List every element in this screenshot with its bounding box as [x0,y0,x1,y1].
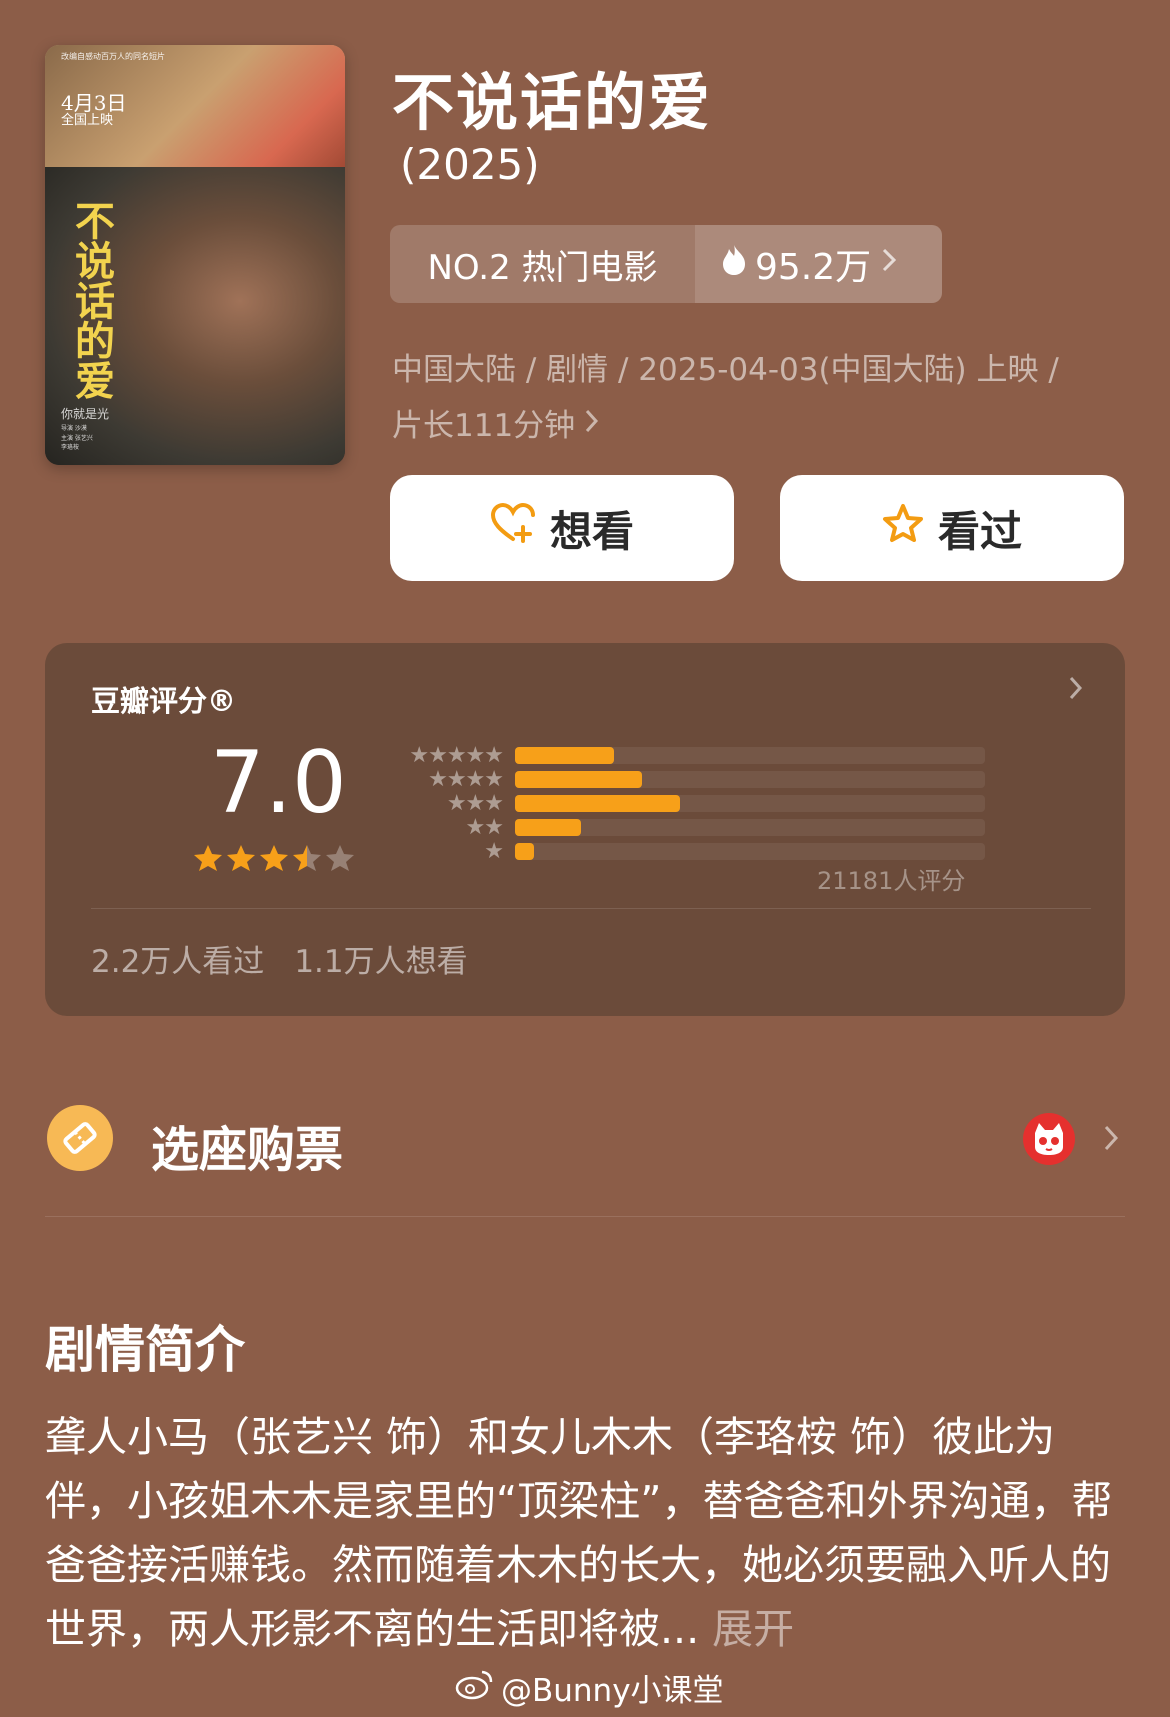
expand-link[interactable]: 展开 [699,1605,794,1653]
poster-slogan: 你就是光 [61,407,110,421]
poster-release-date: 4月3日 全国上映 [61,93,126,128]
ticket-label: 选座购票 [151,1122,344,1178]
dist-fill [515,794,680,812]
seen-label: 看过 [937,506,1022,556]
rating-label: 豆瓣评分® [91,684,237,718]
meta-line-1: 中国大陆 / 剧情 / 2025-04-03(中国大陆) 上映 / [392,352,1059,388]
want-count: 1.1万人想看 [294,944,468,980]
poster-credit-line: 李珞桉 [61,444,80,452]
score-stars [193,843,355,873]
star-icon [227,845,255,871]
dist-stars-label: ★★★★★ [409,742,504,768]
douban-rating-card[interactable]: 豆瓣评分® 7.0 ★★★★★ ★★★★ ★★★ ★★ ★ 21181人评分 2… [45,643,1125,1016]
rating-footer: 2.2万人看过 1.1万人想看 [91,936,468,981]
dist-stars-label: ★★★★ [428,766,504,792]
dist-stars-label: ★★ [465,814,504,840]
meta-line-2-wrap: 片长111分钟 [392,398,1112,454]
star-icon [260,845,288,871]
ticket-icon [47,1105,113,1171]
flame-icon [721,244,747,285]
rating-score: 7.0 [210,733,347,833]
dist-track [515,746,985,764]
dist-track [515,770,985,788]
want-label: 想看 [549,506,634,556]
heat-indicator[interactable]: 95.2万 [695,225,942,303]
poster-credit-line: 主演 张艺兴 [61,434,93,442]
watched-count: 2.2万人看过 [91,944,265,980]
rank-label: NO.2 热门电影 [390,225,695,303]
divider [91,908,1091,909]
half-star-icon [293,845,321,871]
dist-stars-label: ★★★ [446,790,504,816]
dist-fill [515,842,534,860]
movie-meta[interactable]: 中国大陆 / 剧情 / 2025-04-03(中国大陆) 上映 / 片长111分… [392,342,1112,454]
dist-row-1: ★ [385,838,985,864]
dist-stars-label: ★ [484,838,504,864]
movie-year: (2025) [400,140,540,189]
dist-track [515,794,985,812]
movie-poster[interactable]: 改编自感动百万人的同名短片 4月3日 全国上映 不说话的爱 你就是光 导演 沙漠… [45,45,345,465]
star-outline-icon [882,503,924,553]
chevron-right-icon [583,398,601,454]
maoyan-cat-icon [1023,1113,1075,1165]
watched-button[interactable]: 看过 [780,475,1124,581]
synopsis-title: 剧情简介 [45,1321,245,1379]
empty-star-icon [326,845,354,871]
poster-title-art: 不说话的爱 [68,200,115,400]
chevron-right-icon [879,244,899,285]
rating-count: 21181人评分 [817,867,966,895]
dist-track [515,818,985,836]
poster-credits: 你就是光 导演 沙漠 主演 张艺兴 李珞桉 [61,405,109,453]
dist-fill [515,770,642,788]
weibo-icon [455,1668,495,1708]
heat-value: 95.2万 [755,247,872,288]
movie-title: 不说话的爱 [392,66,713,139]
buy-ticket-row[interactable]: 选座购票 [45,1105,1125,1178]
dist-row-3: ★★★ [385,790,985,816]
watermark-text: @Bunny小课堂 [501,1673,724,1709]
dist-row-2: ★★ [385,814,985,840]
poster-date-main: 4月3日 [61,91,127,115]
rating-distribution: ★★★★★ ★★★★ ★★★ ★★ ★ [385,742,985,864]
heart-plus-icon [490,502,536,553]
want-to-watch-button[interactable]: 想看 [390,475,734,581]
synopsis-text: 聋人小马（张艺兴 饰）和女儿木木（李珞桉 饰）彼此为伴，小孩姐木木是家里的“顶梁… [45,1405,1125,1661]
chevron-right-icon [1067,673,1085,707]
synopsis-body: 聋人小马（张艺兴 饰）和女儿木木（李珞桉 饰）彼此为伴，小孩姐木木是家里的“顶梁… [45,1413,1113,1653]
poster-tagline: 改编自感动百万人的同名短片 [61,52,165,61]
star-icon [194,845,222,871]
dist-track [515,842,985,860]
divider [45,1216,1125,1217]
dist-row-5: ★★★★★ [385,742,985,768]
watermark: @Bunny小课堂 [455,1665,724,1710]
chevron-right-icon [1101,1121,1121,1159]
dist-fill [515,818,581,836]
dist-row-4: ★★★★ [385,766,985,792]
poster-credit-line: 导演 沙漠 [61,425,87,433]
poster-date-sub: 全国上映 [61,113,114,128]
dist-fill [515,746,614,764]
meta-line-2: 片长111分钟 [392,408,576,444]
rank-pill[interactable]: NO.2 热门电影 95.2万 [390,225,942,303]
